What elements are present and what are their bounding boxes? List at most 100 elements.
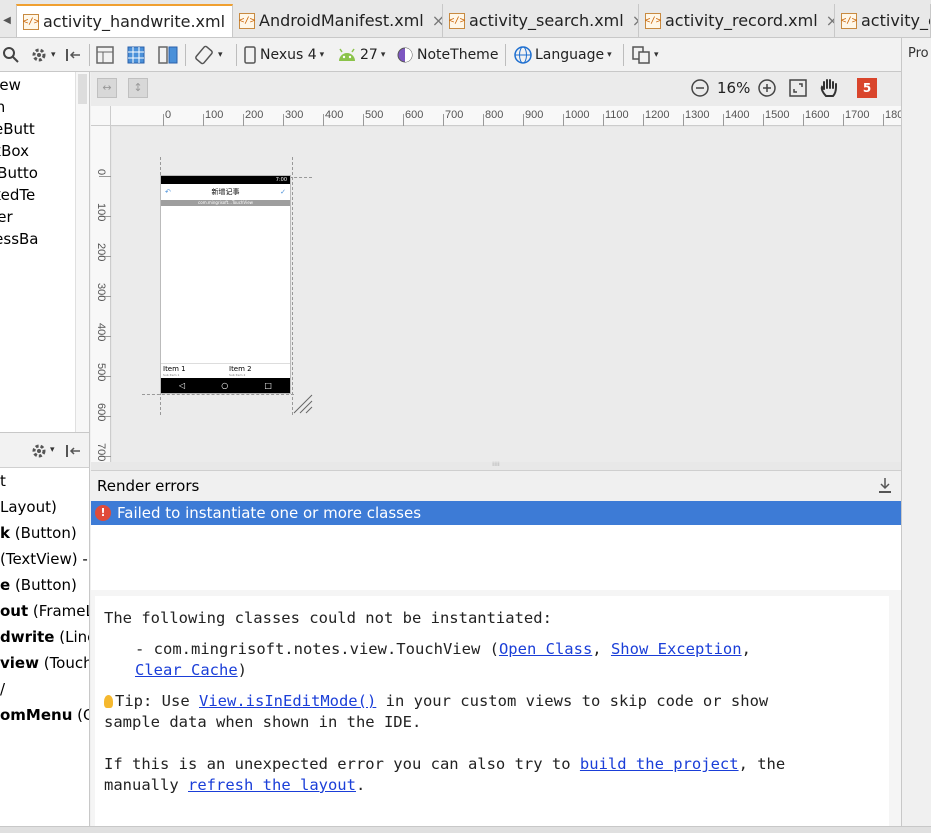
- nav-home-icon: ○: [221, 381, 229, 390]
- ruler-label: 200: [95, 243, 107, 262]
- gear-icon[interactable]: [30, 442, 48, 464]
- fit-width-icon[interactable]: ↔: [97, 78, 117, 98]
- render-error-text: Failed to instantiate one or more classe…: [117, 504, 422, 522]
- zoom-in-icon[interactable]: [757, 78, 777, 102]
- orientation-icon[interactable]: ▾: [193, 43, 223, 67]
- properties-panel-strip[interactable]: Pro: [901, 38, 931, 833]
- build-project-link[interactable]: build the project: [580, 755, 739, 773]
- tree-item[interactable]: /: [0, 676, 89, 702]
- zoom-out-icon[interactable]: [690, 78, 710, 102]
- palette-item-progressbar[interactable]: ProgressBa: [0, 228, 75, 250]
- panel-splitter[interactable]: ⁞⁞⁞⁞: [91, 462, 901, 470]
- blueprint-view-icon[interactable]: [126, 43, 146, 67]
- ruler-tick: [843, 114, 844, 126]
- zoom-to-fit-icon[interactable]: [788, 78, 808, 102]
- xml-file-icon: </>: [645, 12, 661, 29]
- ruler-tick: [323, 114, 324, 126]
- tab-activity-record[interactable]: </> activity_record.xml ×: [639, 4, 835, 37]
- palette-item-checkbox[interactable]: CheckBox: [0, 140, 75, 162]
- design-blueprint-view-icon[interactable]: [157, 43, 179, 67]
- ruler-label: 0: [165, 109, 172, 121]
- ruler-corner: [91, 106, 111, 126]
- ruler-label: 1200: [645, 109, 670, 121]
- layout-toolbar: ▾ ▾ Nexus 4 ▾ 27 ▾ NoteTheme Language ▾ …: [0, 38, 931, 72]
- ruler-label: 0: [95, 169, 107, 176]
- layout-canvas[interactable]: 7:00 ↶ 新增记事 ✓ com.mingrisoft...TouchView…: [112, 127, 901, 462]
- tab-android-manifest[interactable]: </> AndroidManifest.xml ×: [233, 4, 443, 37]
- tree-item[interactable]: Layout): [0, 494, 89, 520]
- collapse-panel-icon[interactable]: [64, 43, 82, 67]
- render-error-row[interactable]: ! Failed to instantiate one or more clas…: [91, 501, 901, 525]
- ruler-label: 700: [445, 109, 464, 121]
- device-label: Nexus 4: [260, 47, 317, 63]
- ruler-tick: [803, 114, 804, 126]
- search-icon[interactable]: [2, 43, 20, 67]
- close-icon[interactable]: ×: [826, 11, 834, 30]
- palette-item-radiobutton[interactable]: RadioButto: [0, 162, 75, 184]
- palette-scrollbar[interactable]: [75, 72, 89, 432]
- zoom-bar: ↔ ↕ 16% 5: [91, 72, 901, 106]
- guide-line: [142, 394, 294, 395]
- ruler-label: 300: [285, 109, 304, 121]
- api-level-selector[interactable]: 27 ▾: [337, 43, 385, 67]
- tab-activity-handwrite[interactable]: </> activity_handwrite.xml ×: [16, 4, 233, 37]
- theme-label: NoteTheme: [417, 47, 499, 63]
- tab-activity-c[interactable]: </> activity_c: [835, 4, 931, 37]
- palette-panel: TextView Button ToggleButt CheckBox Radi…: [0, 72, 90, 432]
- phone-preview[interactable]: 7:00 ↶ 新增记事 ✓ com.mingrisoft...TouchView…: [160, 175, 291, 394]
- ruler-label: 200: [245, 109, 264, 121]
- palette-item-spinner[interactable]: Spinner: [0, 206, 75, 228]
- tab-scroll-left-icon[interactable]: ◀: [0, 4, 14, 37]
- menu-subitem-2: Sub Item 2: [229, 373, 246, 377]
- xml-file-icon: </>: [841, 12, 857, 29]
- ruler-label: 1300: [685, 109, 710, 121]
- layout-variants-icon[interactable]: ▾: [631, 43, 659, 67]
- tree-item[interactable]: omMenu (Gr: [0, 702, 89, 728]
- ruler-tick: [643, 114, 644, 126]
- ruler-label: 500: [95, 363, 107, 382]
- ruler-tick: [283, 114, 284, 126]
- collapse-panel-icon[interactable]: [64, 442, 82, 464]
- show-exception-link[interactable]: Show Exception: [611, 640, 742, 658]
- tree-item[interactable]: e (Button): [0, 572, 89, 598]
- is-in-edit-mode-link[interactable]: View.isInEditMode(): [199, 692, 376, 710]
- tree-item[interactable]: t: [0, 468, 89, 494]
- ruler-tick: [883, 114, 884, 126]
- error-count-badge[interactable]: 5: [857, 78, 877, 98]
- theme-icon: [397, 47, 413, 63]
- resize-handle-icon[interactable]: [292, 393, 314, 419]
- chevron-down-icon[interactable]: ▾: [50, 445, 55, 455]
- unexpected-line: If this is an unexpected error you can a…: [104, 755, 786, 773]
- device-selector[interactable]: Nexus 4 ▾: [244, 43, 324, 67]
- tree-item[interactable]: dwrite (LineB: [0, 624, 89, 650]
- close-icon[interactable]: ×: [432, 11, 442, 30]
- refresh-layout-link[interactable]: refresh the layout: [188, 776, 356, 794]
- palette-item-button[interactable]: Button: [0, 96, 75, 118]
- clear-cache-link[interactable]: Clear Cache: [135, 661, 238, 679]
- tab-label: activity_handwrite.xml: [43, 12, 226, 31]
- render-errors-title: Render errors: [97, 477, 200, 495]
- pan-hand-icon[interactable]: [819, 77, 839, 103]
- open-class-link[interactable]: Open Class: [499, 640, 592, 658]
- design-view-icon[interactable]: [95, 43, 115, 67]
- theme-selector[interactable]: NoteTheme: [397, 43, 498, 67]
- back-icon: ↶: [165, 188, 171, 196]
- palette-item-togglebutton[interactable]: ToggleButt: [0, 118, 75, 140]
- tip-line: Tip: Use View.isInEditMode() in your cus…: [104, 692, 768, 710]
- tab-activity-search[interactable]: </> activity_search.xml ×: [443, 4, 639, 37]
- gear-icon[interactable]: ▾: [30, 43, 56, 67]
- tree-item[interactable]: view (Touch: [0, 650, 89, 676]
- palette-item-textview[interactable]: TextView: [0, 74, 75, 96]
- tree-item[interactable]: out (FrameLa: [0, 598, 89, 624]
- ruler-tick: [483, 114, 484, 126]
- language-selector[interactable]: Language ▾: [513, 43, 612, 67]
- palette-item-checkedtextview[interactable]: CheckedTe: [0, 184, 75, 206]
- render-errors-panel: Render errors ! Failed to instantiate on…: [91, 470, 901, 590]
- ruler-tick: [563, 114, 564, 126]
- close-icon[interactable]: ×: [632, 11, 638, 30]
- fit-height-icon[interactable]: ↕: [128, 78, 148, 98]
- ruler-label: 600: [405, 109, 424, 121]
- tab-label: activity_c: [861, 11, 931, 30]
- tree-item[interactable]: k (Button): [0, 520, 89, 546]
- tree-item[interactable]: (TextView) -: [0, 546, 89, 572]
